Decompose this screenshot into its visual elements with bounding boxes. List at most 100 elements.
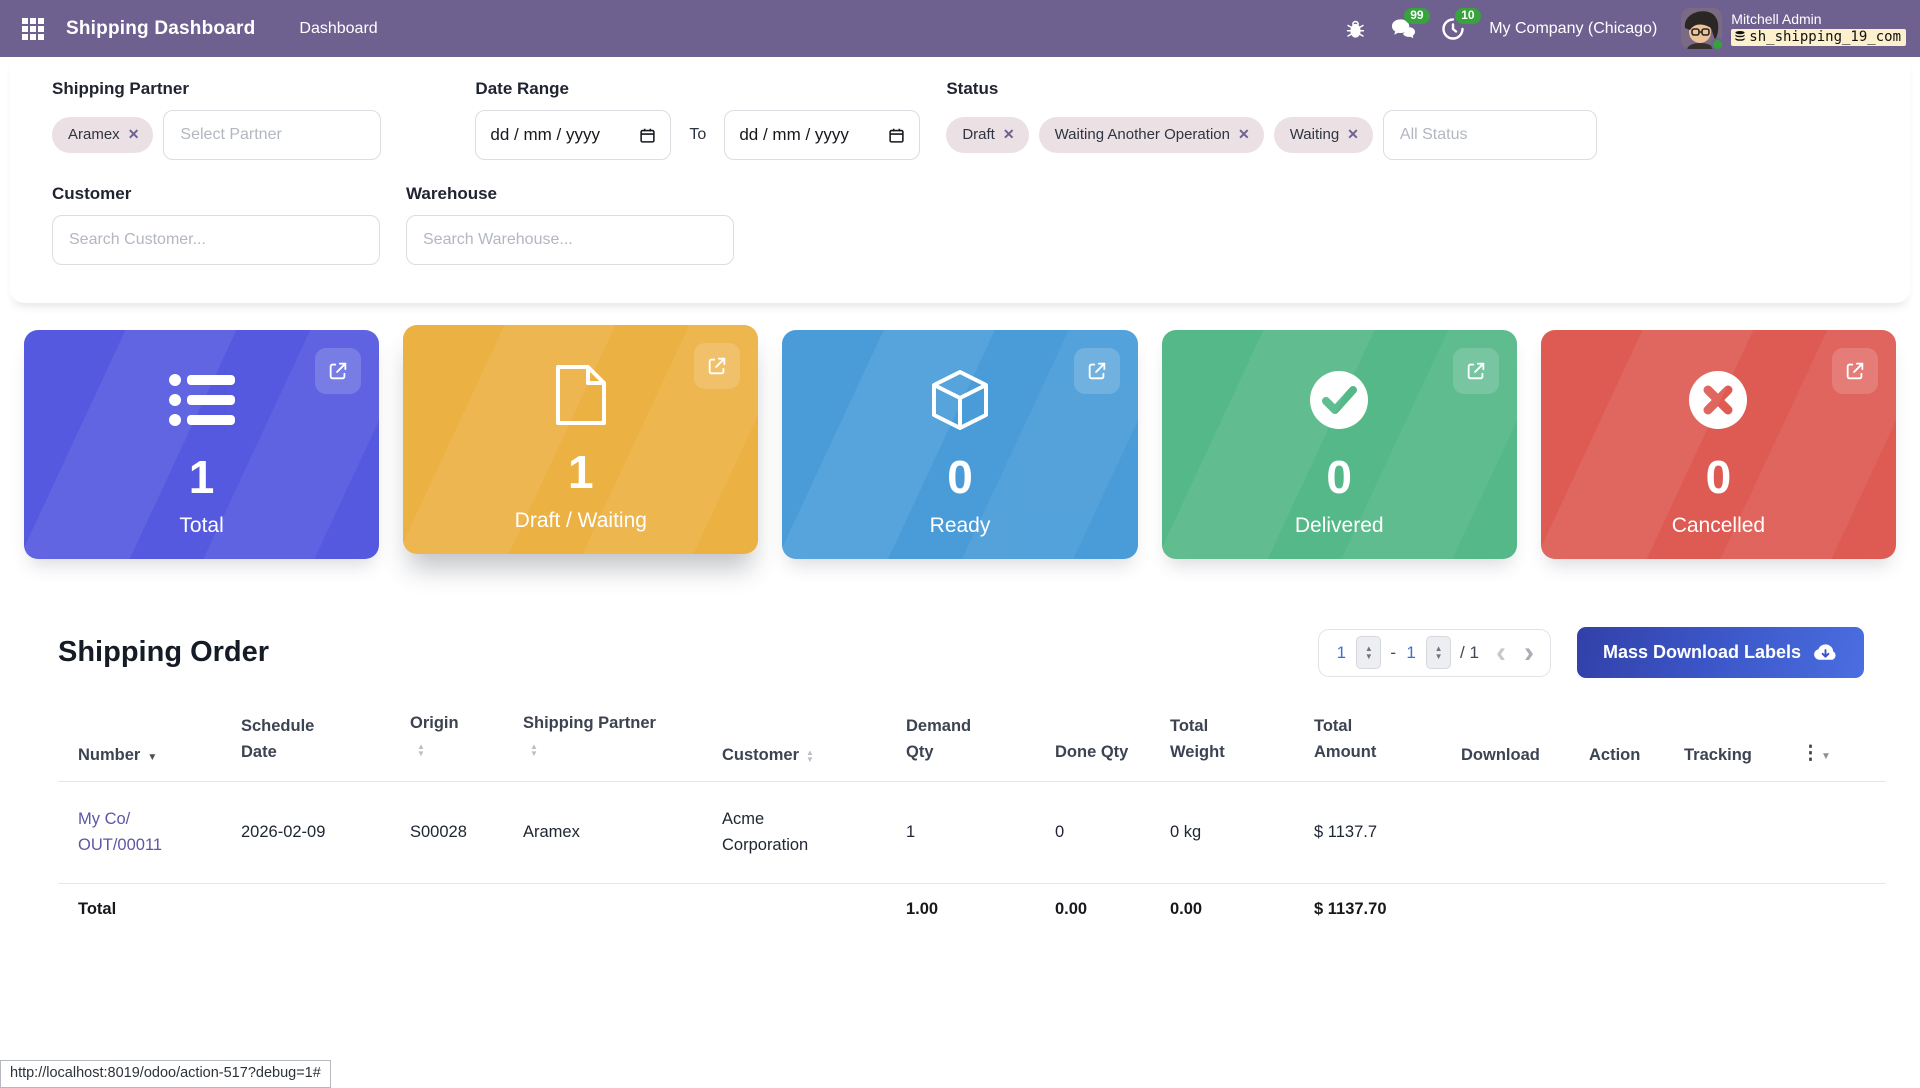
table-header-row: Number▼ Schedule Date Origin ▲▼ Shipping… — [58, 690, 1886, 782]
column-origin[interactable]: Origin ▲▼ — [410, 690, 523, 782]
date-to-input[interactable]: dd / mm / yyyy — [724, 110, 920, 160]
status-url-tooltip: http://localhost:8019/odoo/action-517?de… — [0, 1060, 331, 1088]
total-weight-cell: 0 kg — [1170, 782, 1314, 884]
column-download: Download — [1461, 690, 1589, 782]
filter-warehouse: Warehouse — [406, 184, 734, 265]
card-draft-value: 1 — [568, 449, 594, 495]
stat-cards: 1 Total 1 Draft / Waiting 0 Ready — [0, 303, 1920, 559]
card-delivered-label: Delivered — [1295, 514, 1384, 538]
card-total-value: 1 — [189, 454, 215, 500]
pager-from-value[interactable]: 1 — [1335, 643, 1347, 663]
tag-waiting[interactable]: Waiting ✕ — [1274, 117, 1373, 153]
filters-panel: Shipping Partner Aramex ✕ Date Range dd … — [10, 57, 1910, 303]
pager-next-icon[interactable]: › — [1524, 643, 1534, 663]
column-tracking: Tracking — [1684, 690, 1801, 782]
card-ready[interactable]: 0 Ready — [782, 330, 1137, 559]
database-badge: sh_shipping_19_com — [1731, 29, 1906, 46]
user-menu[interactable]: Mitchell Admin sh_shipping_19_com — [1681, 8, 1906, 49]
warehouse-label: Warehouse — [406, 184, 734, 204]
calendar-icon — [888, 127, 905, 144]
list-icon — [169, 368, 235, 432]
activities-clock-icon[interactable]: 10 — [1441, 17, 1465, 41]
total-label: Total — [58, 884, 241, 940]
column-shipping-partner[interactable]: Shipping Partner ▲▼ — [523, 690, 722, 782]
app-title[interactable]: Shipping Dashboard — [66, 18, 255, 40]
cube-icon — [931, 368, 989, 432]
status-label: Status — [946, 79, 1597, 99]
card-cancelled[interactable]: 0 Cancelled — [1541, 330, 1896, 559]
customer-cell: Acme Corporation — [722, 782, 906, 884]
mass-download-labels-button[interactable]: Mass Download Labels — [1577, 627, 1864, 678]
external-link-icon[interactable] — [694, 343, 740, 389]
menu-dashboard[interactable]: Dashboard — [299, 20, 377, 38]
tag-waiting-another-operation[interactable]: Waiting Another Operation ✕ — [1039, 117, 1264, 153]
schedule-date-cell: 2026-02-09 — [241, 782, 410, 884]
table-row[interactable]: My Co/OUT/00011 2026-02-09 S00028 Aramex… — [58, 782, 1886, 884]
total-done-qty: 0.00 — [1055, 884, 1170, 940]
card-draft-waiting[interactable]: 1 Draft / Waiting — [403, 325, 758, 554]
card-total-label: Total — [179, 514, 223, 538]
total-amount: $ 1137.70 — [1314, 884, 1461, 940]
date-range-label: Date Range — [475, 79, 920, 99]
card-cancelled-value: 0 — [1706, 454, 1732, 500]
order-number-cell[interactable]: My Co/OUT/00011 — [58, 782, 241, 884]
external-link-icon[interactable] — [1074, 348, 1120, 394]
pager-to-stepper[interactable]: ▲▼ — [1426, 636, 1451, 669]
partner-select-input[interactable] — [163, 110, 381, 160]
sort-desc-icon: ▼ — [147, 752, 157, 763]
status-select-input[interactable] — [1383, 110, 1597, 160]
origin-cell: S00028 — [410, 782, 523, 884]
column-schedule-date[interactable]: Schedule Date — [241, 690, 410, 782]
pager-to-value[interactable]: 1 — [1405, 643, 1417, 663]
sort-icon: ▲▼ — [417, 743, 425, 757]
sort-icon: ▲▼ — [806, 749, 814, 763]
total-amount-cell: $ 1137.7 — [1314, 782, 1461, 884]
pager-from-stepper[interactable]: ▲▼ — [1356, 636, 1381, 669]
tag-draft[interactable]: Draft ✕ — [946, 117, 1028, 153]
column-number[interactable]: Number▼ — [58, 690, 241, 782]
table-total-row: Total 1.00 0.00 0.00 $ 1137.70 — [58, 884, 1886, 940]
column-total-weight: Total Weight — [1170, 690, 1314, 782]
column-customer[interactable]: Customer▲▼ — [722, 690, 906, 782]
filter-customer: Customer — [52, 184, 380, 265]
top-navbar: Shipping Dashboard Dashboard 99 10 My — [0, 0, 1920, 57]
external-link-icon[interactable] — [1832, 348, 1878, 394]
tag-aramex[interactable]: Aramex ✕ — [52, 117, 153, 153]
customer-search-input[interactable] — [52, 215, 380, 265]
column-demand-qty: Demand Qty — [906, 690, 1055, 782]
order-number-link[interactable]: My Co/OUT/00011 — [78, 810, 162, 854]
kebab-menu-icon[interactable]: ⋮▼ — [1801, 743, 1831, 764]
column-action: Action — [1589, 690, 1684, 782]
debug-bug-icon[interactable] — [1345, 18, 1366, 40]
remove-tag-icon[interactable]: ✕ — [1238, 126, 1250, 143]
apps-grid-icon — [21, 17, 45, 41]
shipping-partner-cell: Aramex — [523, 782, 722, 884]
customer-label: Customer — [52, 184, 380, 204]
filter-status: Status Draft ✕ Waiting Another Operation… — [946, 79, 1597, 160]
pager-prev-icon[interactable]: ‹ — [1496, 643, 1506, 663]
remove-tag-icon[interactable]: ✕ — [128, 126, 140, 143]
database-icon — [1735, 31, 1745, 43]
check-circle-icon — [1309, 368, 1369, 432]
card-ready-label: Ready — [930, 514, 991, 538]
card-delivered[interactable]: 0 Delivered — [1162, 330, 1517, 559]
remove-tag-icon[interactable]: ✕ — [1003, 126, 1015, 143]
external-link-icon[interactable] — [1453, 348, 1499, 394]
shipping-partner-label: Shipping Partner — [52, 79, 381, 99]
action-cell — [1589, 782, 1684, 884]
date-from-input[interactable]: dd / mm / yyyy — [475, 110, 671, 160]
apps-grid-icon[interactable] — [18, 14, 48, 44]
card-draft-label: Draft / Waiting — [515, 509, 647, 533]
calendar-icon — [639, 127, 656, 144]
warehouse-search-input[interactable] — [406, 215, 734, 265]
remove-tag-icon[interactable]: ✕ — [1347, 126, 1359, 143]
column-options[interactable]: ⋮▼ — [1801, 690, 1886, 782]
company-switcher[interactable]: My Company (Chicago) — [1489, 20, 1657, 38]
cloud-download-icon — [1813, 643, 1838, 663]
card-total[interactable]: 1 Total — [24, 330, 379, 559]
messages-count-badge: 99 — [1404, 8, 1429, 24]
x-circle-icon — [1688, 368, 1748, 432]
messages-icon[interactable]: 99 — [1390, 17, 1417, 41]
external-link-icon[interactable] — [315, 348, 361, 394]
tracking-cell — [1684, 782, 1801, 884]
